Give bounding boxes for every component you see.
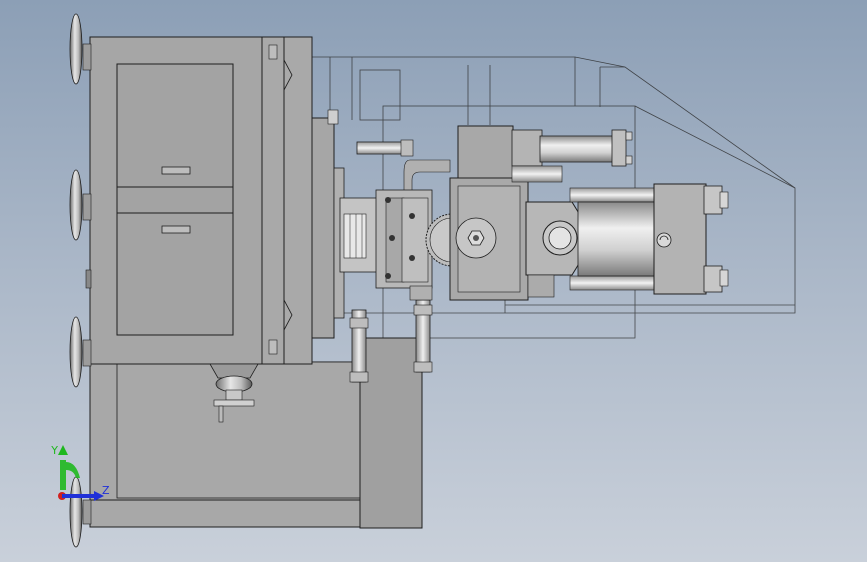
main-cylinder (569, 183, 729, 295)
drawer-handle (161, 225, 191, 234)
cad-viewport[interactable]: Y Z (0, 0, 867, 562)
caster-wheel (69, 476, 92, 548)
caster-wheel (69, 13, 92, 85)
triad-z-label: Z (102, 484, 110, 497)
main-cabinet (85, 36, 263, 365)
triad-y-label: Y (50, 444, 58, 457)
drawer-handle (161, 166, 191, 175)
caster-wheel (69, 169, 92, 241)
machine-drawing: Y Z (50, 13, 796, 548)
mold-head (339, 189, 433, 301)
mold-platens (261, 36, 345, 365)
caster-wheel (69, 316, 92, 388)
triad-z-axis (62, 494, 96, 498)
